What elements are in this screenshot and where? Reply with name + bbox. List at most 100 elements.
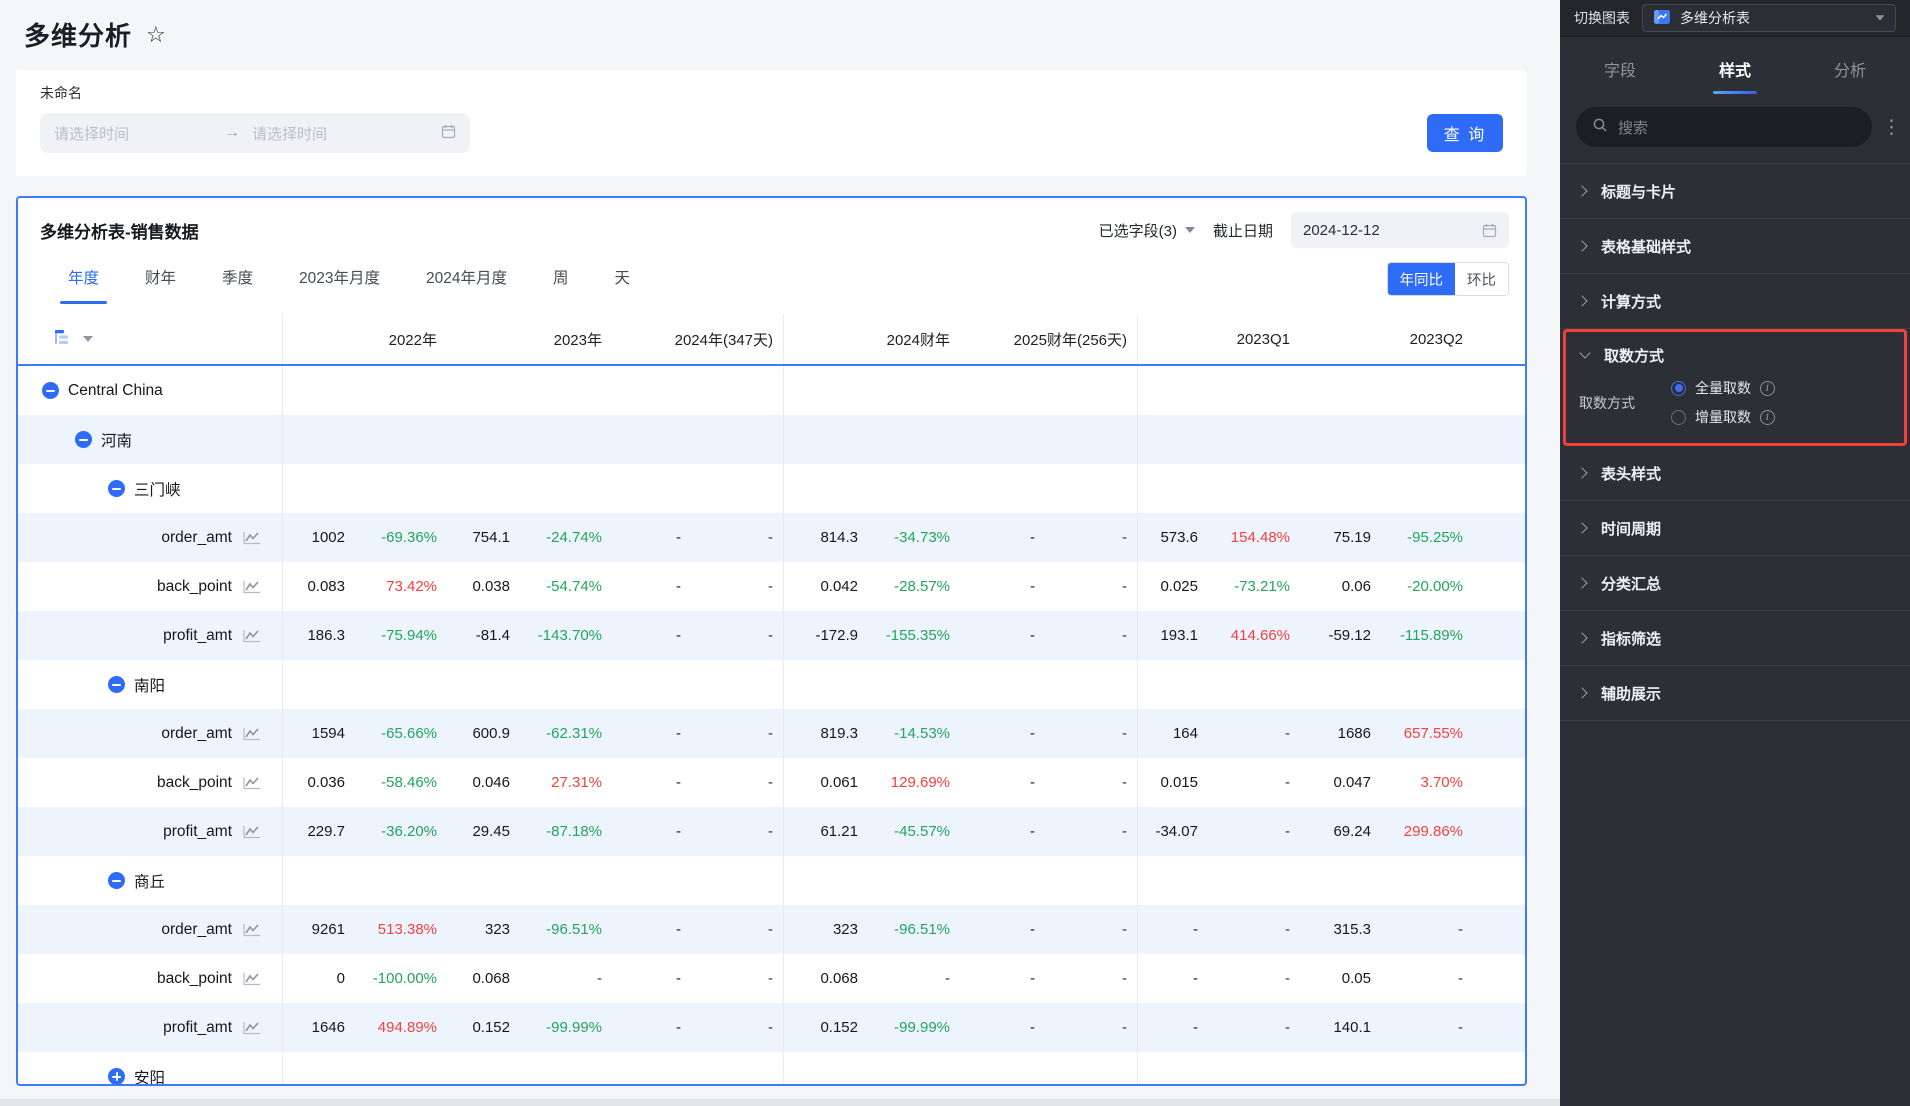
collapse-minus-icon[interactable] (42, 382, 59, 399)
value-cell: -- (960, 758, 1138, 807)
period-tab-4[interactable]: 2024年月度 (424, 258, 509, 304)
trend-chart-icon[interactable] (242, 971, 262, 987)
group-cell: Central China (18, 366, 283, 415)
cell-value: 1002 (283, 529, 345, 546)
cell-value: - (612, 1019, 681, 1036)
period-tab-5[interactable]: 周 (551, 258, 571, 304)
value-cell (612, 366, 784, 415)
sidebar-tab-1[interactable]: 样式 (1719, 37, 1751, 101)
section-header-title-card[interactable]: 标题与卡片 (1560, 164, 1910, 219)
metric-label: profit_amt (163, 1019, 232, 1037)
info-icon[interactable]: i (1760, 381, 1775, 396)
value-cell (1300, 856, 1525, 905)
collapse-minus-icon[interactable] (108, 480, 125, 497)
favorite-star-icon[interactable]: ☆ (146, 24, 166, 46)
sidebar-tab-0[interactable]: 字段 (1604, 37, 1636, 101)
collapse-minus-icon[interactable] (75, 431, 92, 448)
collapse-minus-icon[interactable] (108, 872, 125, 889)
value-cell (1138, 415, 1300, 464)
value-cell: -- (612, 709, 784, 758)
value-cell: 75.19-95.25% (1300, 513, 1525, 562)
date-range-picker[interactable]: 请选择时间 → 请选择时间 (40, 113, 470, 153)
radio-option-0[interactable]: 全量取数i (1671, 378, 1775, 398)
compare-option-0[interactable]: 年同比 (1388, 263, 1456, 295)
column-header: 2022年 (283, 314, 447, 364)
value-cell: -- (960, 807, 1138, 856)
trend-chart-icon[interactable] (242, 824, 262, 840)
radio-option-label: 增量取数 (1695, 407, 1751, 427)
period-tab-3[interactable]: 2023年月度 (297, 258, 382, 304)
collapse-minus-icon[interactable] (108, 676, 125, 693)
section-header-fetch-method[interactable]: 取数方式 (1566, 332, 1904, 378)
trend-chart-icon[interactable] (242, 1020, 262, 1036)
deadline-date-input[interactable]: 2024-12-12 (1291, 212, 1509, 248)
cell-value: - (612, 578, 681, 595)
metric-cell: profit_amt (18, 807, 283, 856)
value-cell: -34.07- (1138, 807, 1300, 856)
section-header-table-base-style[interactable]: 表格基础样式 (1560, 219, 1910, 274)
period-tab-0[interactable]: 年度 (66, 258, 101, 304)
cell-value: 0.068 (784, 970, 858, 987)
trend-chart-icon[interactable] (242, 922, 262, 938)
group-label: 三门峡 (134, 478, 181, 500)
period-tabs: 年度财年季度 2023年月度 2024年月度周天 (66, 258, 632, 304)
section-header-category-summary[interactable]: 分类汇总 (1560, 556, 1910, 611)
period-tab-6[interactable]: 天 (613, 258, 633, 304)
group-label: Central China (68, 382, 163, 400)
section-header-auxiliary-display[interactable]: 辅助展示 (1560, 666, 1910, 721)
cell-value: 0.042 (784, 578, 858, 595)
chevron-right-icon (1576, 295, 1587, 306)
cell-value: - (960, 627, 1035, 644)
selected-fields-dropdown[interactable]: 已选字段(3) (1099, 220, 1195, 241)
value-cell (447, 415, 612, 464)
section-header-header-style[interactable]: 表头样式 (1560, 446, 1910, 501)
period-tab-1[interactable]: 财年 (143, 258, 178, 304)
value-cell (283, 660, 447, 709)
trend-chart-icon[interactable] (242, 628, 262, 644)
radio-unselected-icon[interactable] (1671, 410, 1686, 425)
more-options-icon[interactable]: ⋮ (1882, 116, 1898, 139)
horizontal-scrollbar[interactable] (0, 1099, 1560, 1106)
value-cell: -- (960, 562, 1138, 611)
cell-value: - (612, 627, 681, 644)
metric-cell: profit_amt (18, 1003, 283, 1052)
compare-option-1[interactable]: 环比 (1455, 263, 1508, 295)
trend-chart-icon[interactable] (242, 530, 262, 546)
group-cell: 南阳 (18, 660, 283, 709)
dimension-header-cell[interactable] (18, 314, 283, 364)
value-cell: 0.038-54.74% (447, 562, 612, 611)
sidebar-sections: 标题与卡片表格基础样式计算方式取数方式取数方式全量取数i增量取数i表头样式时间周… (1560, 163, 1910, 721)
expand-plus-icon[interactable] (108, 1068, 125, 1085)
chart-type-select[interactable]: 多维分析表 (1642, 4, 1896, 32)
radio-selected-icon[interactable] (1671, 381, 1686, 396)
period-tab-2[interactable]: 季度 (220, 258, 255, 304)
value-cell: -- (960, 513, 1138, 562)
section-header-calc-method[interactable]: 计算方式 (1560, 274, 1910, 329)
trend-chart-icon[interactable] (242, 579, 262, 595)
query-card: 未命名 请选择时间 → 请选择时间 查 询 (16, 70, 1527, 176)
section-header-time-period[interactable]: 时间周期 (1560, 501, 1910, 556)
cell-value: -59.12 (1300, 627, 1371, 644)
value-cell: -59.12-115.89% (1300, 611, 1525, 660)
query-button[interactable]: 查 询 (1427, 114, 1503, 152)
info-icon[interactable]: i (1760, 410, 1775, 425)
sidebar-search-input[interactable]: 搜索 (1576, 107, 1872, 147)
section-header-metric-filter[interactable]: 指标筛选 (1560, 611, 1910, 666)
radio-option-1[interactable]: 增量取数 i (1671, 407, 1775, 427)
group-label: 南阳 (134, 674, 165, 696)
column-header: 2023年 (447, 314, 612, 364)
table-row: back_point0-100.00%0.068---0.068-----0.0… (18, 954, 1525, 1003)
trend-chart-icon[interactable] (242, 775, 262, 791)
section-label: 计算方式 (1601, 291, 1661, 312)
trend-chart-icon[interactable] (242, 726, 262, 742)
compare-toggle: 年同比环比 (1387, 262, 1510, 296)
cell-value: 29.45 (447, 823, 510, 840)
analysis-table-panel[interactable]: 多维分析表-销售数据 已选字段(3) 截止日期 2024-12-12 年度财年季… (16, 196, 1527, 1086)
sidebar-tab-2[interactable]: 分析 (1834, 37, 1866, 101)
cell-value: 0.152 (784, 1019, 858, 1036)
tree-hierarchy-icon[interactable] (54, 329, 71, 349)
cell-value: 573.6 (1138, 529, 1198, 546)
date-start-input[interactable]: 请选择时间 (54, 123, 224, 144)
search-icon (1592, 117, 1608, 137)
date-end-input[interactable]: 请选择时间 (252, 123, 441, 144)
